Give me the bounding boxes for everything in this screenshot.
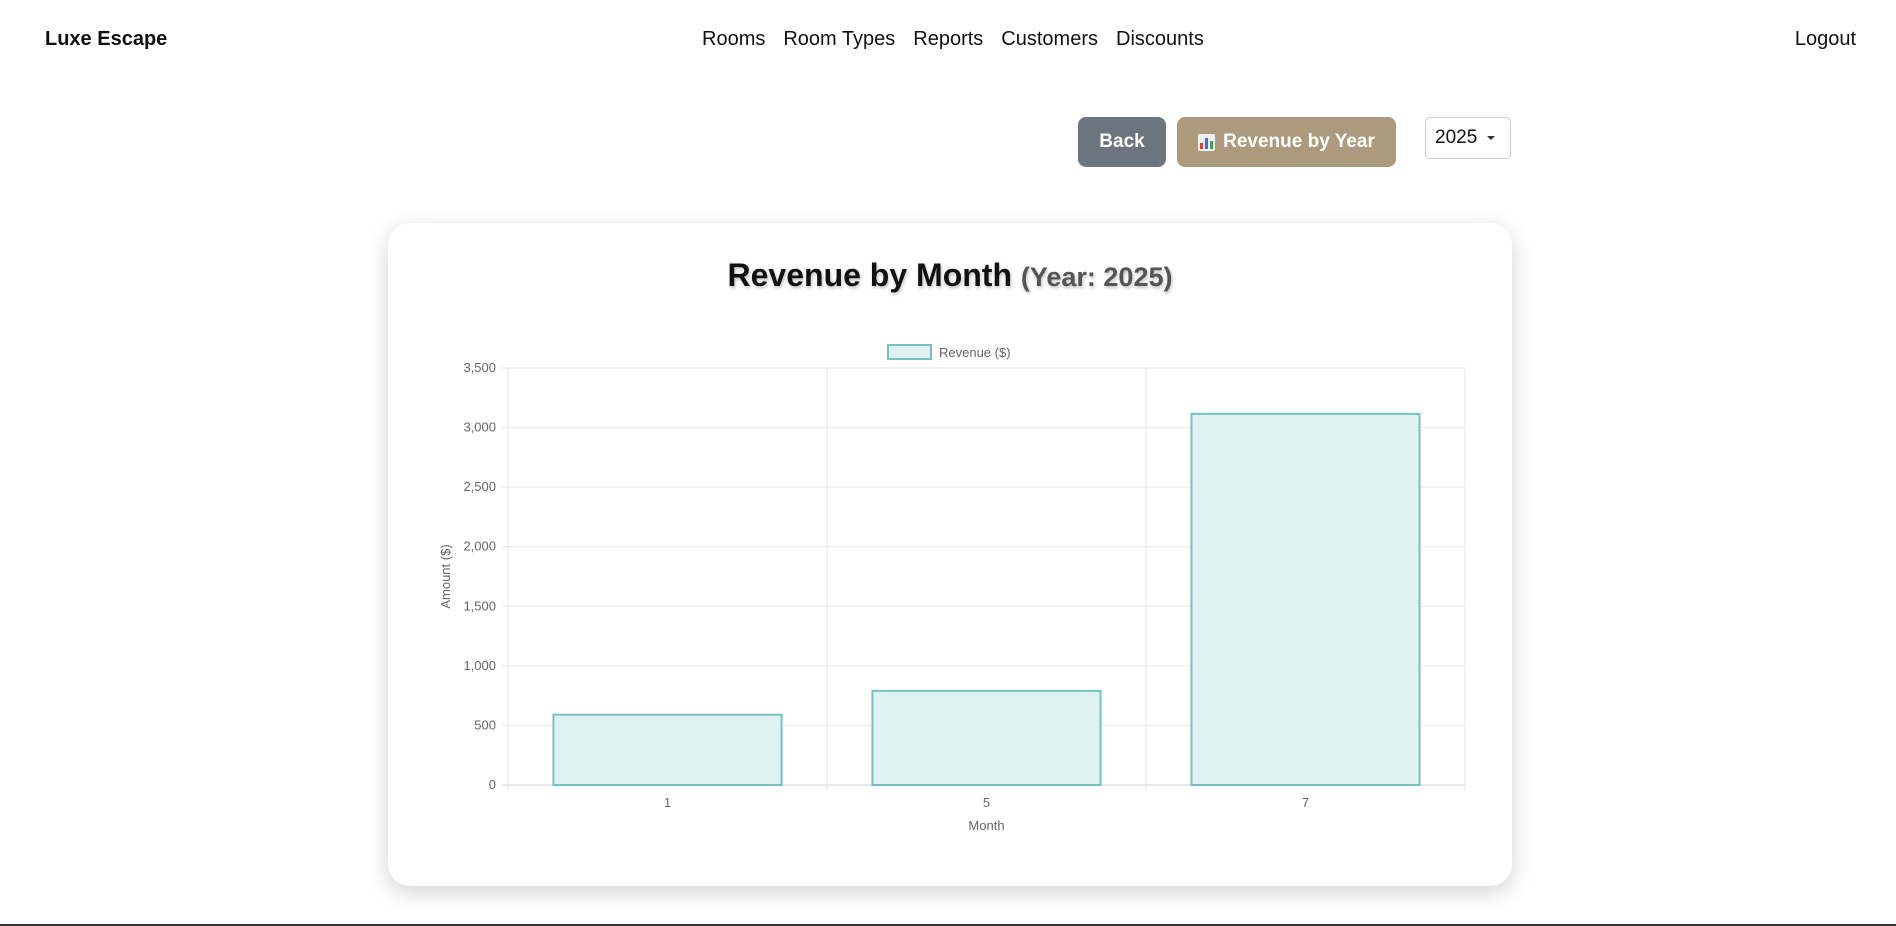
back-button-label: Back xyxy=(1099,131,1145,152)
x-tick-label: 5 xyxy=(983,795,990,810)
nav-link-discounts[interactable]: Discounts xyxy=(1116,28,1204,51)
revenue-bar-chart: 0 500 1,000 1,500 2,000 2,500 3,000 3,500 1 5 7 Mon… xyxy=(438,344,1466,833)
y-tick-label: 1,000 xyxy=(463,658,496,673)
revenue-by-year-label: Revenue by Year xyxy=(1223,131,1375,152)
nav-link-rooms[interactable]: Rooms xyxy=(702,28,765,51)
y-tick-label: 2,000 xyxy=(463,539,496,554)
bar-month-5 xyxy=(871,689,1102,786)
revenue-chart-card: Revenue by Month (Year: 2025) 0 500 1,000 1… xyxy=(388,223,1512,886)
nav-link-customers[interactable]: Customers xyxy=(1001,28,1098,51)
logout-link[interactable]: Logout xyxy=(1795,28,1856,51)
revenue-by-year-button[interactable]: Revenue by Year xyxy=(1177,117,1396,167)
brand-logo-text[interactable]: Luxe Escape xyxy=(45,28,167,51)
bar-chart-emoji-icon xyxy=(1198,133,1216,151)
nav-link-room-types[interactable]: Room Types xyxy=(783,28,895,51)
y-tick-label: 3,000 xyxy=(463,420,496,435)
nav-link-reports[interactable]: Reports xyxy=(913,28,983,51)
year-select-value: 2025 xyxy=(1435,127,1478,148)
chevron-down-icon xyxy=(1487,136,1496,140)
top-navigation-bar: Luxe Escape Rooms Room Types Reports Cus… xyxy=(0,0,1896,80)
back-button[interactable]: Back xyxy=(1078,117,1166,167)
legend-swatch xyxy=(887,344,932,360)
y-tick-label: 500 xyxy=(474,717,496,732)
bar-month-1 xyxy=(552,713,783,787)
x-tick-label: 1 xyxy=(664,795,671,810)
legend-label: Revenue ($) xyxy=(939,345,1011,360)
year-select-dropdown[interactable]: 2025 xyxy=(1425,117,1511,159)
x-tick-label: 7 xyxy=(1302,795,1309,810)
y-tick-label: 1,500 xyxy=(463,598,496,613)
x-axis-title: Month xyxy=(968,818,1004,833)
y-tick-label: 3,500 xyxy=(463,360,496,375)
y-axis-title: Amount ($) xyxy=(438,544,453,608)
y-tick-label: 2,500 xyxy=(463,479,496,494)
nav-links: Rooms Room Types Reports Customers Disco… xyxy=(702,28,1204,51)
bar-month-7 xyxy=(1190,412,1421,786)
y-tick-label: 0 xyxy=(489,777,496,792)
